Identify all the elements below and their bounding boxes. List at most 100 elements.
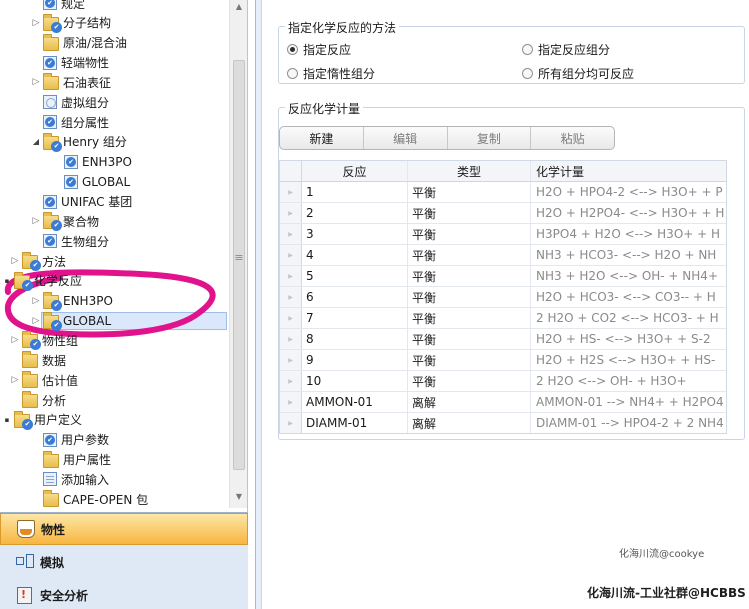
tree-item[interactable]: 物性组 bbox=[0, 330, 229, 351]
type-cell[interactable]: 平衡 bbox=[408, 224, 531, 244]
table-row[interactable]: ▶ 5 平衡 NH3 + H2O <--> OH- + NH4+ bbox=[280, 266, 726, 287]
edit-button[interactable]: 编辑 bbox=[364, 127, 448, 149]
type-cell[interactable]: 平衡 bbox=[408, 329, 531, 349]
type-cell[interactable]: 平衡 bbox=[408, 182, 531, 202]
reaction-cell[interactable]: 10 bbox=[302, 371, 408, 391]
table-row[interactable]: ▶ 3 平衡 H3PO4 + H2O <--> H3O+ + H bbox=[280, 224, 726, 245]
row-selector[interactable]: ▶ bbox=[280, 287, 302, 307]
copy-button[interactable]: 复制 bbox=[448, 127, 532, 149]
new-button[interactable]: 新建 bbox=[280, 127, 364, 149]
reaction-cell[interactable]: 6 bbox=[302, 287, 408, 307]
column-header-reaction[interactable]: 反应 bbox=[302, 161, 408, 181]
stoichiometry-cell[interactable]: H2O + HS- <--> H3O+ + S-2 bbox=[531, 329, 726, 349]
radio-specify-reacting-components[interactable]: 指定反应组分 bbox=[522, 41, 610, 58]
tree-item[interactable]: ENH3PO bbox=[0, 152, 229, 172]
tree-item[interactable]: 分析 bbox=[0, 390, 229, 410]
expand-arrow-icon[interactable] bbox=[31, 77, 41, 87]
nav-pane[interactable]: 物性 bbox=[0, 513, 248, 545]
column-header-type[interactable]: 类型 bbox=[408, 161, 531, 181]
table-row[interactable]: ▶ DIAMM-01 离解 DIAMM-01 --> HPO4-2 + 2 NH4 bbox=[280, 413, 726, 433]
stoichiometry-cell[interactable]: DIAMM-01 --> HPO4-2 + 2 NH4 bbox=[531, 413, 726, 433]
expand-arrow-icon[interactable] bbox=[31, 18, 41, 28]
tree-item[interactable]: 原油/混合油 bbox=[0, 33, 229, 53]
reaction-cell[interactable]: 3 bbox=[302, 224, 408, 244]
row-selector[interactable]: ▶ bbox=[280, 371, 302, 391]
table-row[interactable]: ▶ 7 平衡 2 H2O + CO2 <--> HCO3- + H bbox=[280, 308, 726, 329]
type-cell[interactable]: 平衡 bbox=[408, 203, 531, 223]
nav-pane[interactable]: 模拟 bbox=[0, 546, 248, 578]
tree-scroll-thumb[interactable] bbox=[233, 60, 245, 470]
table-row[interactable]: ▶ 10 平衡 2 H2O <--> OH- + H3O+ bbox=[280, 371, 726, 392]
type-cell[interactable]: 平衡 bbox=[408, 350, 531, 370]
tree-item[interactable]: 聚合物 bbox=[0, 211, 229, 232]
tree-item[interactable]: 组分属性 bbox=[0, 112, 229, 132]
stoichiometry-cell[interactable]: H3PO4 + H2O <--> H3O+ + H bbox=[531, 224, 726, 244]
row-selector[interactable]: ▶ bbox=[280, 308, 302, 328]
stoichiometry-cell[interactable]: 2 H2O + CO2 <--> HCO3- + H bbox=[531, 308, 726, 328]
reaction-cell[interactable]: 1 bbox=[302, 182, 408, 202]
table-row[interactable]: ▶ 1 平衡 H2O + HPO4-2 <--> H3O+ + P bbox=[280, 182, 726, 203]
tree-item[interactable]: 轻端物性 bbox=[0, 53, 229, 73]
tree-item[interactable]: GLOBAL bbox=[0, 172, 229, 192]
table-row[interactable]: ▶ 2 平衡 H2O + H2PO4- <--> H3O+ + H bbox=[280, 203, 726, 224]
tree-item[interactable]: 方法 bbox=[0, 251, 229, 272]
type-cell[interactable]: 平衡 bbox=[408, 371, 531, 391]
stoichiometry-cell[interactable]: H2O + H2S <--> H3O+ + HS- bbox=[531, 350, 726, 370]
nav-pane[interactable]: 安全分析 bbox=[0, 579, 248, 609]
type-cell[interactable]: 平衡 bbox=[408, 266, 531, 286]
collapse-arrow-icon[interactable] bbox=[31, 137, 41, 147]
row-selector[interactable]: ▶ bbox=[280, 224, 302, 244]
reaction-cell[interactable]: 5 bbox=[302, 266, 408, 286]
radio-dot[interactable] bbox=[287, 44, 298, 55]
column-header-stoichiometry[interactable]: 化学计量 bbox=[531, 161, 726, 181]
tree-item[interactable]: 用户参数 bbox=[0, 430, 229, 450]
tree-item[interactable]: 分子结构 bbox=[0, 13, 229, 33]
table-row[interactable]: ▶ AMMON-01 离解 AMMON-01 --> NH4+ + H2PO4 bbox=[280, 392, 726, 413]
collapse-arrow-icon[interactable] bbox=[2, 415, 12, 425]
tree-item[interactable]: 估计值 bbox=[0, 370, 229, 390]
table-row[interactable]: ▶ 8 平衡 H2O + HS- <--> H3O+ + S-2 bbox=[280, 329, 726, 350]
tree-item[interactable]: UNIFAC 基团 bbox=[0, 192, 229, 212]
tree-item[interactable]: 用户属性 bbox=[0, 450, 229, 470]
tree-item[interactable]: CAPE-OPEN 包 bbox=[0, 489, 229, 508]
stoichiometry-cell[interactable]: NH3 + H2O <--> OH- + NH4+ bbox=[531, 266, 726, 286]
tree-scrollbar[interactable]: ▲ ▼ bbox=[229, 0, 247, 508]
expand-arrow-icon[interactable] bbox=[31, 216, 41, 226]
expand-arrow-icon[interactable] bbox=[31, 296, 41, 306]
tree-item[interactable]: 生物组分 bbox=[0, 231, 229, 251]
scroll-up-icon[interactable]: ▲ bbox=[230, 0, 248, 14]
reaction-cell[interactable]: 9 bbox=[302, 350, 408, 370]
radio-dot[interactable] bbox=[522, 44, 533, 55]
tree-item[interactable]: 数据 bbox=[0, 350, 229, 370]
row-selector[interactable]: ▶ bbox=[280, 413, 302, 433]
stoichiometry-cell[interactable]: AMMON-01 --> NH4+ + H2PO4 bbox=[531, 392, 726, 412]
reaction-cell[interactable]: AMMON-01 bbox=[302, 392, 408, 412]
radio-all-components-react[interactable]: 所有组分均可反应 bbox=[522, 65, 634, 82]
expand-arrow-icon[interactable] bbox=[10, 256, 20, 266]
type-cell[interactable]: 离解 bbox=[408, 413, 531, 433]
table-row[interactable]: ▶ 6 平衡 H2O + HCO3- <--> CO3-- + H bbox=[280, 287, 726, 308]
reaction-cell[interactable]: DIAMM-01 bbox=[302, 413, 408, 433]
tree-item[interactable]: 虚拟组分 bbox=[0, 92, 229, 112]
tree-item[interactable]: 规定 bbox=[0, 0, 229, 13]
radio-dot[interactable] bbox=[522, 68, 533, 79]
row-selector[interactable]: ▶ bbox=[280, 329, 302, 349]
radio-dot[interactable] bbox=[287, 68, 298, 79]
row-selector[interactable]: ▶ bbox=[280, 182, 302, 202]
row-selector[interactable]: ▶ bbox=[280, 392, 302, 412]
stoichiometry-cell[interactable]: H2O + HPO4-2 <--> H3O+ + P bbox=[531, 182, 726, 202]
stoichiometry-cell[interactable]: NH3 + HCO3- <--> H2O + NH bbox=[531, 245, 726, 265]
type-cell[interactable]: 平衡 bbox=[408, 245, 531, 265]
tree-item[interactable]: 用户定义 bbox=[0, 410, 229, 430]
tree-item[interactable]: 化学反应 bbox=[0, 271, 229, 291]
table-row[interactable]: ▶ 4 平衡 NH3 + HCO3- <--> H2O + NH bbox=[280, 245, 726, 266]
type-cell[interactable]: 离解 bbox=[408, 392, 531, 412]
radio-specify-inert-components[interactable]: 指定惰性组分 bbox=[287, 65, 375, 82]
type-cell[interactable]: 平衡 bbox=[408, 308, 531, 328]
reaction-cell[interactable]: 4 bbox=[302, 245, 408, 265]
stoichiometry-cell[interactable]: H2O + HCO3- <--> CO3-- + H bbox=[531, 287, 726, 307]
stoichiometry-cell[interactable]: H2O + H2PO4- <--> H3O+ + H bbox=[531, 203, 726, 223]
collapse-arrow-icon[interactable] bbox=[2, 276, 12, 286]
paste-button[interactable]: 粘贴 bbox=[531, 127, 614, 149]
expand-arrow-icon[interactable] bbox=[31, 316, 41, 326]
